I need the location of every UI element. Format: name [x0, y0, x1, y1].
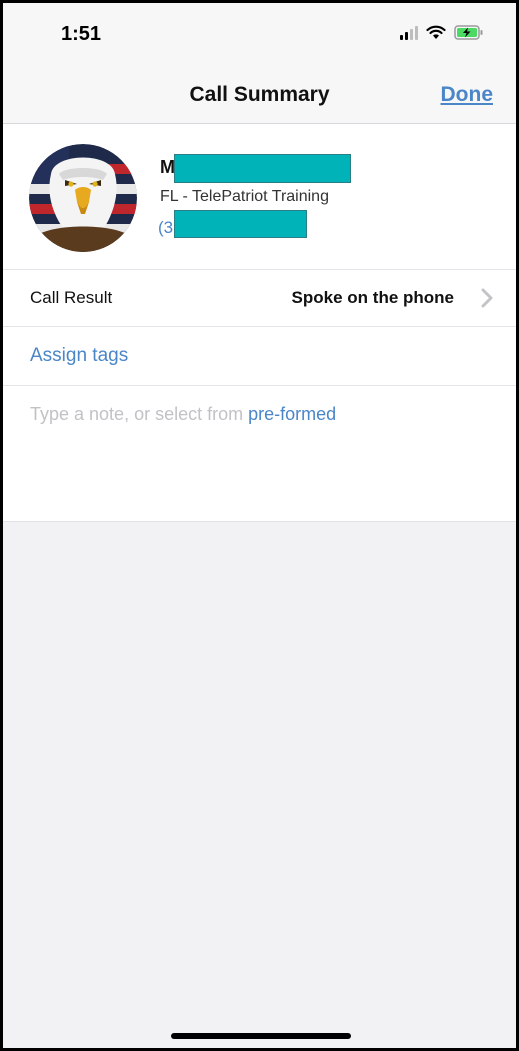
phone-screen: 1:51 Call Summary Done M FL - TelePatrio…	[0, 0, 519, 1051]
page-title: Call Summary	[189, 83, 330, 106]
navigation-bar: Call Summary Done	[3, 65, 516, 124]
status-time: 1:51	[61, 23, 102, 45]
assign-tags-link[interactable]: Assign tags	[30, 345, 128, 367]
call-summary-form: M FL - TelePatriot Training (3 Call Resu…	[3, 124, 516, 522]
contact-name: M	[160, 157, 175, 177]
status-bar: 1:51	[3, 3, 516, 65]
signal-icon	[400, 25, 418, 40]
home-indicator[interactable]	[171, 1033, 351, 1039]
wifi-icon	[426, 25, 446, 39]
call-result-row[interactable]: Call Result Spoke on the phone	[3, 270, 516, 327]
redacted-name-block	[174, 154, 351, 183]
note-placeholder-text: Type a note, or select from	[30, 404, 249, 424]
redacted-phone-block	[174, 210, 307, 238]
call-result-label: Call Result	[30, 288, 113, 307]
tags-row: Assign tags	[3, 327, 516, 386]
chevron-right-icon	[481, 288, 493, 308]
avatar	[29, 144, 137, 252]
contact-phone[interactable]: (3	[158, 218, 173, 238]
contact-card: M FL - TelePatriot Training (3	[3, 124, 516, 270]
note-input[interactable]: Type a note, or select from pre-formed	[3, 386, 516, 521]
battery-charging-icon	[454, 25, 483, 40]
done-button[interactable]: Done	[441, 83, 494, 107]
status-icons	[400, 25, 484, 40]
call-result-value: Spoke on the phone	[291, 288, 454, 307]
note-placeholder: Type a note, or select from pre-formed	[30, 404, 336, 425]
contact-organization: FL - TelePatriot Training	[160, 188, 329, 205]
eagle-avatar-image	[29, 144, 137, 252]
pre-formed-link[interactable]: pre-formed	[248, 404, 336, 424]
